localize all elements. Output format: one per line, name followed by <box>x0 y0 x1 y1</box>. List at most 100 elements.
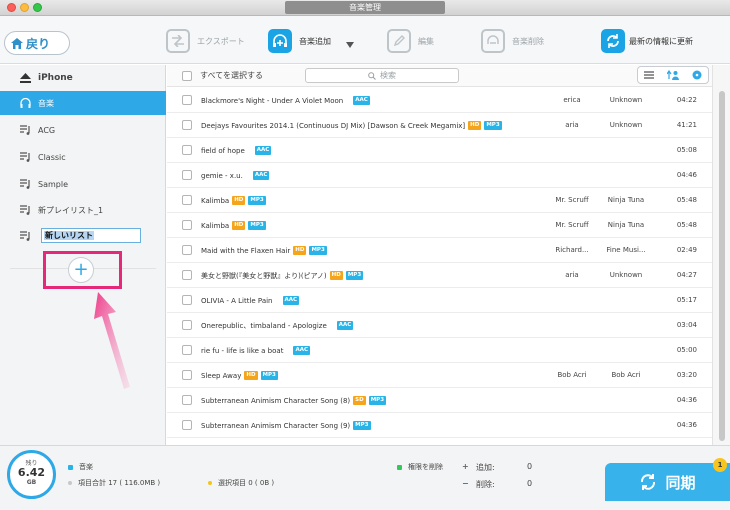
delete-music-label: 音楽削除 <box>512 36 544 46</box>
list-scrollbar[interactable] <box>712 65 730 445</box>
table-row[interactable]: field of hope AAC 05:08 <box>167 138 712 163</box>
legend-selected: 選択項目 0 ( 0B ) <box>208 478 274 488</box>
row-album: Bob Acri <box>611 371 641 379</box>
row-album: Fine Musi... <box>606 246 646 254</box>
sidebar-item-label: ACG <box>38 125 56 135</box>
row-checkbox[interactable] <box>182 245 192 255</box>
row-checkbox[interactable] <box>182 170 192 180</box>
row-artist <box>547 288 597 313</box>
row-artist: erica <box>563 96 581 104</box>
table-row[interactable]: Subterranean Animism Character Song (9) M… <box>167 413 712 438</box>
row-duration: 04:46 <box>676 171 697 179</box>
deleted-value: 0 <box>527 479 533 488</box>
format-badge: MP3 <box>353 421 371 430</box>
format-badge: MP3 <box>345 271 364 280</box>
row-checkbox[interactable] <box>182 295 192 305</box>
row-duration: 05:00 <box>676 346 697 354</box>
row-checkbox[interactable] <box>182 345 192 355</box>
list-view-icon <box>644 71 654 79</box>
table-row[interactable]: Onerepublic、timbaland - Apologize AAC 03:0… <box>167 313 712 338</box>
row-duration: 03:20 <box>676 371 697 379</box>
pointer-arrow-icon <box>94 292 130 389</box>
sidebar-item-music[interactable]: 音楽 <box>0 91 166 115</box>
sync-button[interactable]: 同期 <box>605 463 730 501</box>
table-row[interactable]: Sleep Away HD MP3 Bob Acri Bob Acri 03:20 <box>167 363 712 388</box>
format-badge: MP3 <box>309 246 327 255</box>
row-duration: 04:27 <box>676 271 697 279</box>
list-header: すべてを選択する 検索 <box>167 65 712 87</box>
row-checkbox[interactable] <box>182 320 192 330</box>
sort-view-button[interactable] <box>661 66 685 84</box>
add-music-button[interactable]: 音楽追加 <box>268 28 331 54</box>
row-checkbox[interactable] <box>182 370 192 380</box>
delete-music-button[interactable]: 音楽削除 <box>481 28 544 54</box>
row-checkbox[interactable] <box>182 220 192 230</box>
row-duration: 02:49 <box>676 246 697 254</box>
select-all[interactable]: すべてを選択する <box>182 70 263 81</box>
song-title: Subterranean Animism Character Song (9) <box>201 421 351 430</box>
added-value: 0 <box>527 462 533 471</box>
row-checkbox[interactable] <box>182 145 192 155</box>
row-artist: aria <box>565 271 579 279</box>
row-title-cell: 美女と野獣(『美女と野獣』より)(ピアノ) HD MP3 <box>201 263 364 288</box>
back-button-label: 戻り <box>26 36 51 51</box>
row-checkbox[interactable] <box>182 270 192 280</box>
row-checkbox[interactable] <box>182 395 192 405</box>
row-checkbox[interactable] <box>182 95 192 105</box>
playlist-icon <box>20 179 30 189</box>
select-all-label: すべてを選択する <box>200 71 263 80</box>
row-checkbox[interactable] <box>182 420 192 430</box>
add-music-dropdown-icon[interactable] <box>346 42 354 48</box>
legend-total-swatch <box>68 481 72 485</box>
row-title-cell: gemie - x.u. AAC <box>201 163 270 188</box>
select-all-checkbox[interactable] <box>182 70 192 81</box>
export-button[interactable]: エクスポート <box>166 28 245 54</box>
scrollbar-thumb[interactable] <box>719 91 725 441</box>
row-title-cell: Sleep Away HD MP3 <box>201 363 278 388</box>
zoom-window-button[interactable] <box>33 3 42 12</box>
sidebar-item-new-playlist-1[interactable]: 新プレイリスト_1 <box>0 198 166 222</box>
format-badge: HD <box>232 196 246 205</box>
table-row[interactable]: OLIVIA - A Little Pain AAC 05:17 <box>167 288 712 313</box>
row-album: Unknown <box>609 121 643 129</box>
device-header[interactable]: iPhone <box>0 66 166 90</box>
minimize-window-button[interactable] <box>20 3 29 12</box>
sidebar-item-sample[interactable]: Sample <box>0 172 166 196</box>
add-playlist-button[interactable]: + <box>68 257 94 283</box>
back-button[interactable]: 戻り <box>4 31 70 55</box>
format-badge: AAC <box>282 296 300 305</box>
sync-icon <box>641 474 656 490</box>
table-row[interactable]: gemie - x.u. AAC 04:46 <box>167 163 712 188</box>
table-row[interactable]: Deejays Favourites 2014.1 (Continuous DJ… <box>167 113 712 138</box>
song-title: gemie - x.u. <box>201 171 243 180</box>
row-checkbox[interactable] <box>182 120 192 130</box>
disc-view-button[interactable] <box>685 66 709 84</box>
table-row[interactable]: Subterranean Animism Character Song (8) S… <box>167 388 712 413</box>
add-music-label: 音楽追加 <box>299 36 331 46</box>
home-icon <box>11 37 23 49</box>
playlist-name-value: 新しいリスト <box>44 231 94 240</box>
table-row[interactable]: 美女と野獣(『美女と野獣』より)(ピアノ) HD MP3 aria Unknown 04:… <box>167 263 712 288</box>
row-album: Unknown <box>609 271 643 279</box>
table-row[interactable]: Kalimba HD MP3 Mr. Scruff Ninja Tuna 05:48 <box>167 213 712 238</box>
table-row[interactable]: Kalimba HD MP3 Mr. Scruff Ninja Tuna 05:48 <box>167 188 712 213</box>
toolbar: 戻り エクスポート 音楽追加 編集 音楽削除 最新の情報に更新 <box>0 16 730 64</box>
table-row[interactable]: Blackmore's Night - Under A Violet Moon A… <box>167 88 712 113</box>
row-duration: 04:22 <box>676 96 697 104</box>
row-title-cell: Maid with the Flaxen Hair HD MP3 <box>201 238 327 263</box>
search-input[interactable]: 検索 <box>305 68 459 83</box>
table-row[interactable]: rie fu - life is like a boat AAC 05:00 <box>167 338 712 363</box>
sidebar-item-classic[interactable]: Classic <box>0 145 166 169</box>
refresh-button[interactable]: 最新の情報に更新 <box>601 28 693 54</box>
row-artist: Richard... <box>555 246 589 254</box>
edit-button[interactable]: 編集 <box>387 28 434 54</box>
playlist-name-input[interactable]: 新しいリスト <box>41 228 141 243</box>
row-artist <box>547 338 597 363</box>
table-row[interactable]: Maid with the Flaxen Hair HD MP3 Richard...… <box>167 238 712 263</box>
legend-total: 項目合計 17 ( 116.0MB ) <box>68 478 160 488</box>
close-window-button[interactable] <box>7 3 16 12</box>
format-badge: MP3 <box>368 396 387 405</box>
list-view-button[interactable] <box>637 66 661 84</box>
sidebar-item-acg[interactable]: ACG <box>0 118 166 142</box>
row-checkbox[interactable] <box>182 195 192 205</box>
